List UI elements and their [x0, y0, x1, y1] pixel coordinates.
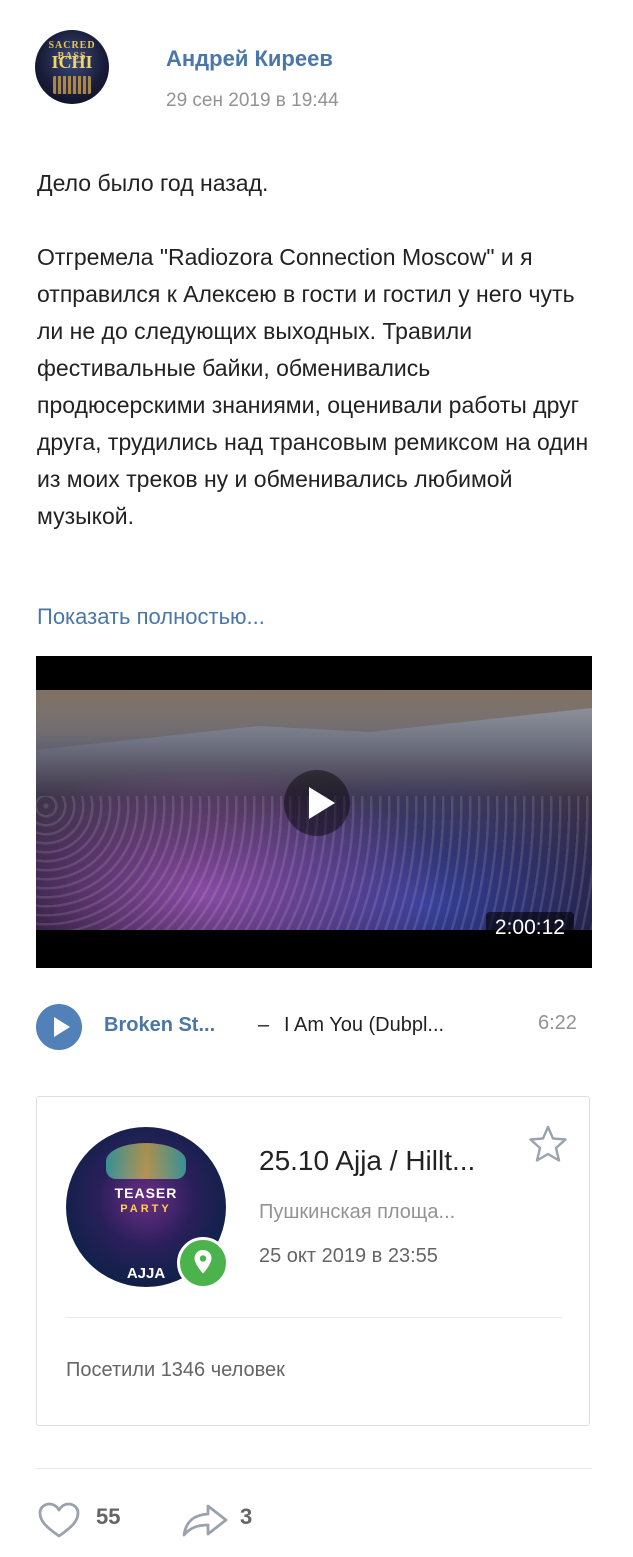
- event-image-text: PARTY: [120, 1203, 172, 1215]
- video-attachment[interactable]: 2:00:12: [36, 656, 592, 968]
- post-text-paragraph: Отгремела "Radiozora Connection Moscow" …: [37, 244, 589, 529]
- event-card[interactable]: TEASER PARTY AJJA 25.10 Ajja / Hillt... …: [36, 1096, 590, 1426]
- paragraph-spacer: [37, 202, 597, 239]
- event-place: Пушкинская площа...: [259, 1201, 456, 1223]
- heart-icon: [38, 1502, 80, 1538]
- author-avatar[interactable]: SACRED BASS ICHI: [35, 30, 109, 104]
- star-icon[interactable]: [527, 1123, 569, 1170]
- audio-play-button[interactable]: [36, 1004, 82, 1050]
- share-icon: [182, 1504, 228, 1537]
- event-image-text: TEASER: [114, 1185, 178, 1201]
- audio-artist[interactable]: Broken St...: [104, 1014, 215, 1037]
- event-divider: [66, 1317, 562, 1318]
- audio-duration: 6:22: [538, 1012, 577, 1034]
- avatar-text-main: ICHI: [51, 52, 93, 72]
- like-count: 55: [96, 1504, 121, 1529]
- map-pin-glyph: [194, 1250, 212, 1274]
- share-button[interactable]: [180, 1500, 232, 1545]
- post-text-paragraph: Дело было год назад.: [37, 170, 269, 196]
- audio-separator: –: [258, 1014, 270, 1036]
- video-duration: 2:00:12: [485, 912, 574, 944]
- post-text: Дело было год назад. Отгремела "Radiozor…: [37, 165, 597, 535]
- footer-divider: [36, 1468, 592, 1469]
- event-image-decoration: [106, 1143, 186, 1179]
- audio-title[interactable]: I Am You (Dubpl...: [284, 1014, 444, 1037]
- avatar-decoration: [53, 76, 91, 94]
- play-icon: [54, 1017, 70, 1037]
- like-button[interactable]: [36, 1500, 82, 1545]
- map-pin-icon: [177, 1237, 229, 1289]
- share-count: 3: [240, 1504, 253, 1529]
- play-icon: [309, 787, 335, 819]
- show-more-link[interactable]: Показать полностью...: [37, 604, 265, 630]
- favorite-star-glyph: [529, 1125, 567, 1162]
- video-play-button[interactable]: [284, 770, 350, 836]
- event-time: 25 окт 2019 в 23:55: [259, 1245, 438, 1267]
- event-title[interactable]: 25.10 Ajja / Hillt...: [259, 1145, 475, 1177]
- post-date[interactable]: 29 сен 2019 в 19:44: [166, 90, 339, 112]
- event-visitors: Посетили 1346 человек: [66, 1359, 285, 1381]
- author-name[interactable]: Андрей Киреев: [166, 46, 333, 72]
